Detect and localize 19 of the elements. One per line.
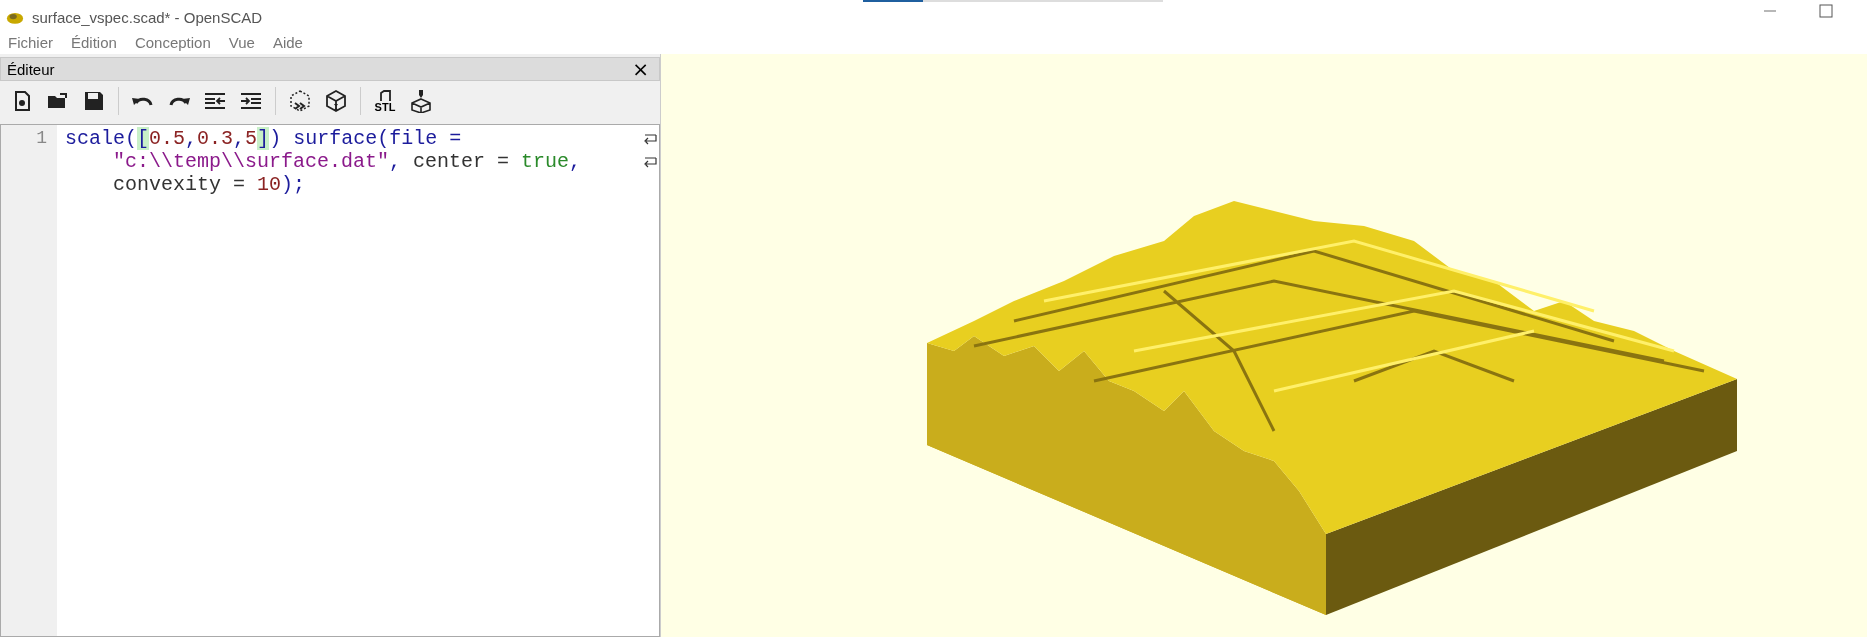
line-number: 1	[35, 127, 48, 150]
export-button[interactable]: STL	[373, 89, 397, 113]
code-editor[interactable]: 1 scale([0.5,0.3,5]) surface(file = "c:\\temp\\surface.dat", center = true, convexity = 10);	[0, 124, 660, 637]
close-button[interactable]: ×	[628, 59, 653, 79]
printer-icon[interactable]	[409, 89, 433, 113]
menu-item[interactable]: Conception	[134, 34, 211, 54]
menu-item[interactable]: Aide	[272, 34, 303, 54]
menu-item[interactable]: Vue	[228, 34, 255, 54]
window-title: surface_vspec.scad* - OpenSCAD	[32, 8, 263, 26]
code-line: scale([0.5,0.3,5]) surface(file =	[65, 127, 462, 150]
editor-title: Éditeur	[7, 60, 55, 78]
code-line: "c:\\temp\\surface.dat", center = true,	[113, 150, 582, 173]
save-icon[interactable]	[82, 89, 106, 113]
preview-icon[interactable]	[288, 89, 312, 113]
menu-item[interactable]: Fichier	[8, 34, 53, 54]
cube-icon[interactable]	[324, 89, 348, 113]
3d-viewport[interactable]	[661, 54, 1867, 637]
code-line: convexity = 10);	[113, 173, 306, 196]
menu-item[interactable]: Édition	[71, 34, 117, 54]
